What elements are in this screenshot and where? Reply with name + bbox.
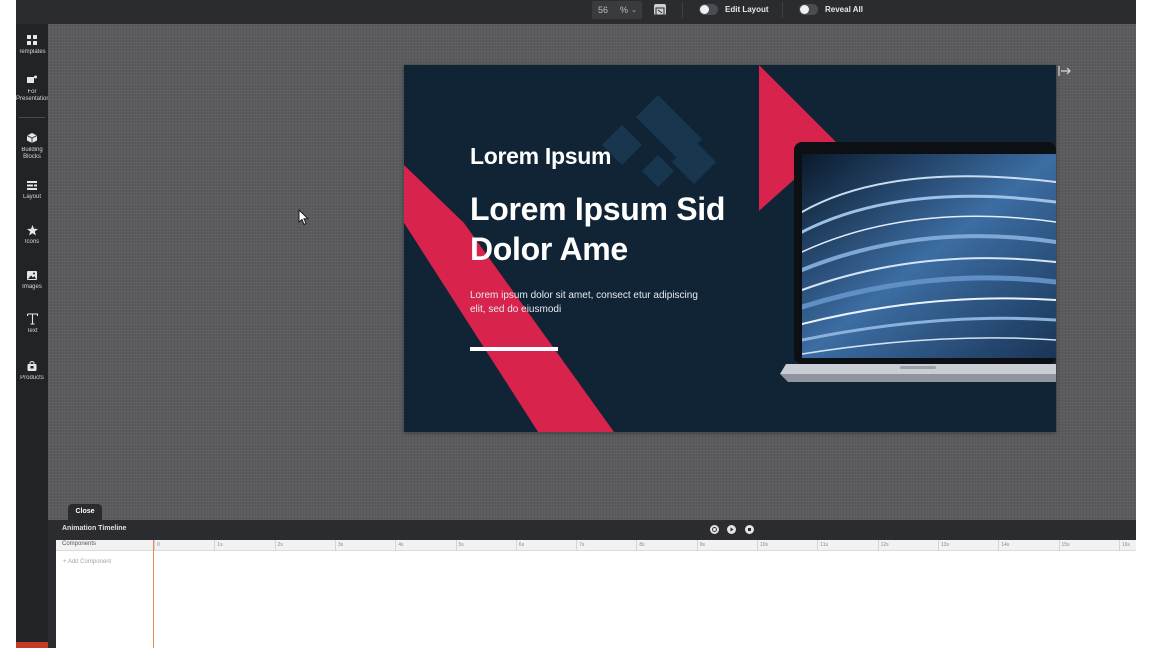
- rewind-button[interactable]: [710, 525, 719, 534]
- add-component-link[interactable]: + Add Component: [63, 559, 111, 565]
- edit-layout-toggle[interactable]: [699, 4, 718, 15]
- timeline-tick: 16s: [1118, 540, 1130, 551]
- timeline-tick: 11s: [817, 540, 828, 551]
- play-button[interactable]: [727, 525, 736, 534]
- timeline-playhead[interactable]: [153, 540, 154, 648]
- text-icon: [26, 313, 38, 325]
- zoom-unit: %: [620, 5, 629, 15]
- close-timeline-button[interactable]: Close: [68, 504, 102, 520]
- slide-body-text: Lorem ipsum dolor sit amet, consect etur…: [470, 290, 698, 315]
- stop-button[interactable]: [745, 525, 754, 534]
- timeline-tick: 14s: [998, 540, 1009, 551]
- cube-icon: [26, 132, 38, 144]
- timeline-tick: 9s: [696, 540, 705, 551]
- edit-layout-label: Edit Layout: [725, 5, 769, 14]
- reveal-all-label: Reveal All: [825, 5, 863, 14]
- sidebar-item-layout[interactable]: Layout: [16, 179, 48, 201]
- sidebar-item-images[interactable]: Images: [16, 269, 48, 291]
- sidebar-item-label: Building Blocks: [21, 147, 43, 160]
- timeline-track-area[interactable]: + Add Component: [56, 551, 1136, 648]
- timeline-tick: 8s: [636, 540, 645, 551]
- timeline-tick-label: 16s: [1121, 542, 1130, 548]
- stop-icon: [748, 528, 751, 531]
- sidebar-item-building-blocks[interactable]: Building Blocks: [16, 132, 48, 161]
- timeline-tick-label: 3s: [337, 542, 344, 548]
- laptop-image: [780, 142, 1056, 382]
- timeline-tick: 4s: [395, 540, 403, 551]
- star-icon: [26, 224, 38, 236]
- sidebar-divider: [19, 117, 45, 118]
- timeline-tick-label: 5s: [458, 542, 464, 548]
- exit-preview-icon[interactable]: [1058, 65, 1072, 77]
- timeline-tick-label: 4s: [398, 542, 404, 548]
- timeline-tick-label: 12s: [880, 542, 889, 548]
- zoom-value: 56: [598, 5, 609, 15]
- timeline-tick: 13s: [937, 540, 949, 551]
- top-toolbar: 56 % ⌄ Edit Layout Reveal All: [16, 0, 1136, 24]
- toolbar-divider: [682, 2, 683, 18]
- mouse-cursor-icon: [298, 209, 309, 226]
- timeline-tick-label: 1s: [217, 542, 223, 548]
- timeline-tick: 7s: [576, 540, 584, 551]
- sidebar-item-label: Templates: [18, 49, 46, 55]
- timeline-tick: 12s: [877, 540, 889, 551]
- timeline-tick-label: 10s: [760, 542, 769, 548]
- sidebar-item-label: Text: [26, 328, 38, 334]
- slide-subtitle: Lorem Ipsum: [470, 143, 612, 169]
- reveal-all-toggle[interactable]: [799, 4, 818, 15]
- timeline-tick-label: 13s: [940, 542, 949, 548]
- toolbar-divider: [782, 2, 783, 18]
- timeline-tick-label: 8s: [639, 542, 645, 548]
- sidebar-item-icons[interactable]: Icons: [16, 224, 48, 246]
- timeline-gutter: [48, 520, 56, 648]
- components-column-header: Components: [62, 541, 97, 547]
- sidebar-item-label: Images: [22, 284, 42, 290]
- sidebar-item-text[interactable]: Text: [16, 313, 48, 335]
- sidebar-item-label: Icons: [24, 239, 40, 245]
- timeline-tick: 0: [154, 540, 160, 551]
- sidebar-item-label: Layout: [22, 194, 41, 200]
- layout-icon: [26, 179, 38, 191]
- timeline-tick: 6s: [515, 540, 524, 551]
- timeline-tick-label: 15s: [1061, 542, 1070, 548]
- timeline-tick-label: 14s: [1001, 542, 1010, 548]
- timeline-tick: 2s: [274, 540, 283, 551]
- sidebar-accent: [16, 642, 48, 648]
- zoom-select[interactable]: 56 % ⌄: [592, 1, 642, 19]
- timeline-tick-label: 0: [157, 542, 160, 548]
- timeline-header: Animation Timeline: [56, 520, 1136, 540]
- timeline-tick: 1s: [214, 540, 223, 551]
- timeline-ruler[interactable]: Components 0 1s 2s 3s 4s 5s 6s 7s 8s 9s 10s 11s 12s 1…: [56, 540, 1136, 551]
- timeline-title: Animation Timeline: [62, 525, 127, 532]
- timeline-tick-label: 2s: [277, 542, 283, 548]
- sidebar-item-for-presentation[interactable]: For Presentation: [16, 74, 48, 103]
- slide-preview[interactable]: Lorem Ipsum Lorem Ipsum Sid Dolor Ame Lo…: [404, 65, 1056, 432]
- left-sidebar: Templates For Presentation Building Bloc…: [16, 24, 48, 648]
- slide-headline: Lorem Ipsum Sid Dolor Ame: [470, 191, 726, 267]
- image-icon: [26, 269, 38, 281]
- fit-screen-button[interactable]: [654, 4, 666, 16]
- canvas-edge: [1136, 0, 1152, 520]
- timeline-tick: 15s: [1058, 540, 1070, 551]
- grid-icon: [26, 34, 38, 46]
- timeline-tick: 10s: [757, 540, 768, 551]
- fit-screen-icon: [655, 7, 665, 16]
- timeline-tick: 5s: [455, 540, 464, 551]
- timeline-tick-label: 11s: [820, 542, 828, 548]
- play-icon: [730, 527, 734, 532]
- timeline-tick-label: 7s: [579, 542, 585, 548]
- editor-app: 56 % ⌄ Edit Layout Reveal All Templates: [0, 0, 1152, 648]
- sidebar-item-label: For Presentation: [16, 89, 48, 102]
- slide-underline: [470, 347, 558, 351]
- timeline-tick: 3s: [334, 540, 343, 551]
- sidebar-item-label: Products: [20, 375, 44, 381]
- timeline-tick-label: 9s: [699, 542, 705, 548]
- chevron-down-icon: ⌄: [631, 7, 637, 14]
- sidebar-item-products[interactable]: Products: [16, 360, 48, 382]
- timeline-tick-label: 6s: [518, 542, 525, 548]
- bag-icon: [26, 360, 38, 372]
- rewind-icon: [712, 527, 717, 532]
- sidebar-item-templates[interactable]: Templates: [16, 34, 48, 56]
- presentation-icon: [26, 74, 38, 86]
